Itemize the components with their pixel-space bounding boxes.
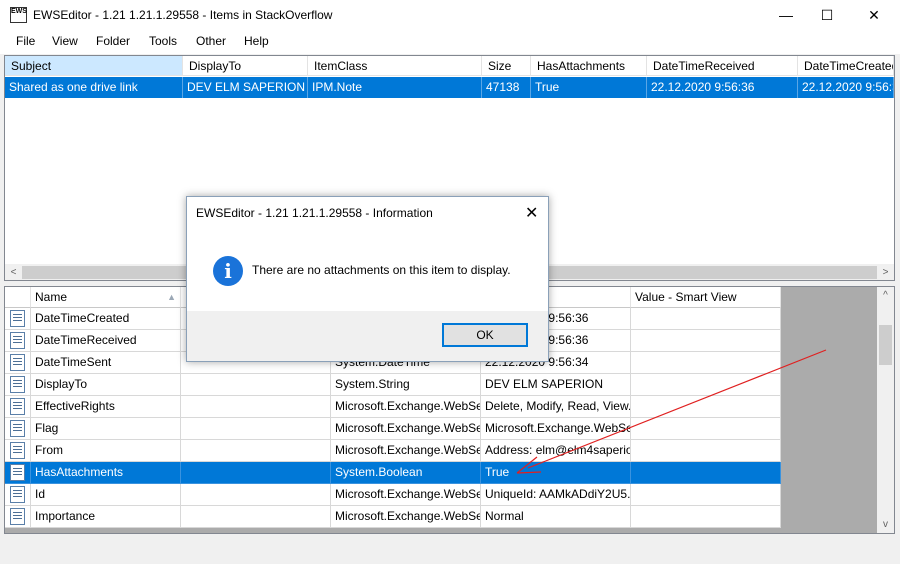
information-dialog: EWSEditor - 1.21 1.21.1.29558 - Informat… <box>186 196 549 362</box>
dialog-footer: OK <box>187 311 548 361</box>
annotation-arrow-head <box>516 456 542 474</box>
dialog-close-button[interactable]: ✕ <box>525 203 538 223</box>
annotation-arrow-line <box>527 349 827 469</box>
ok-button[interactable]: OK <box>442 323 528 347</box>
info-icon: i <box>213 256 243 286</box>
dialog-title: EWSEditor - 1.21 1.21.1.29558 - Informat… <box>196 206 433 220</box>
dialog-message: There are no attachments on this item to… <box>252 263 511 277</box>
